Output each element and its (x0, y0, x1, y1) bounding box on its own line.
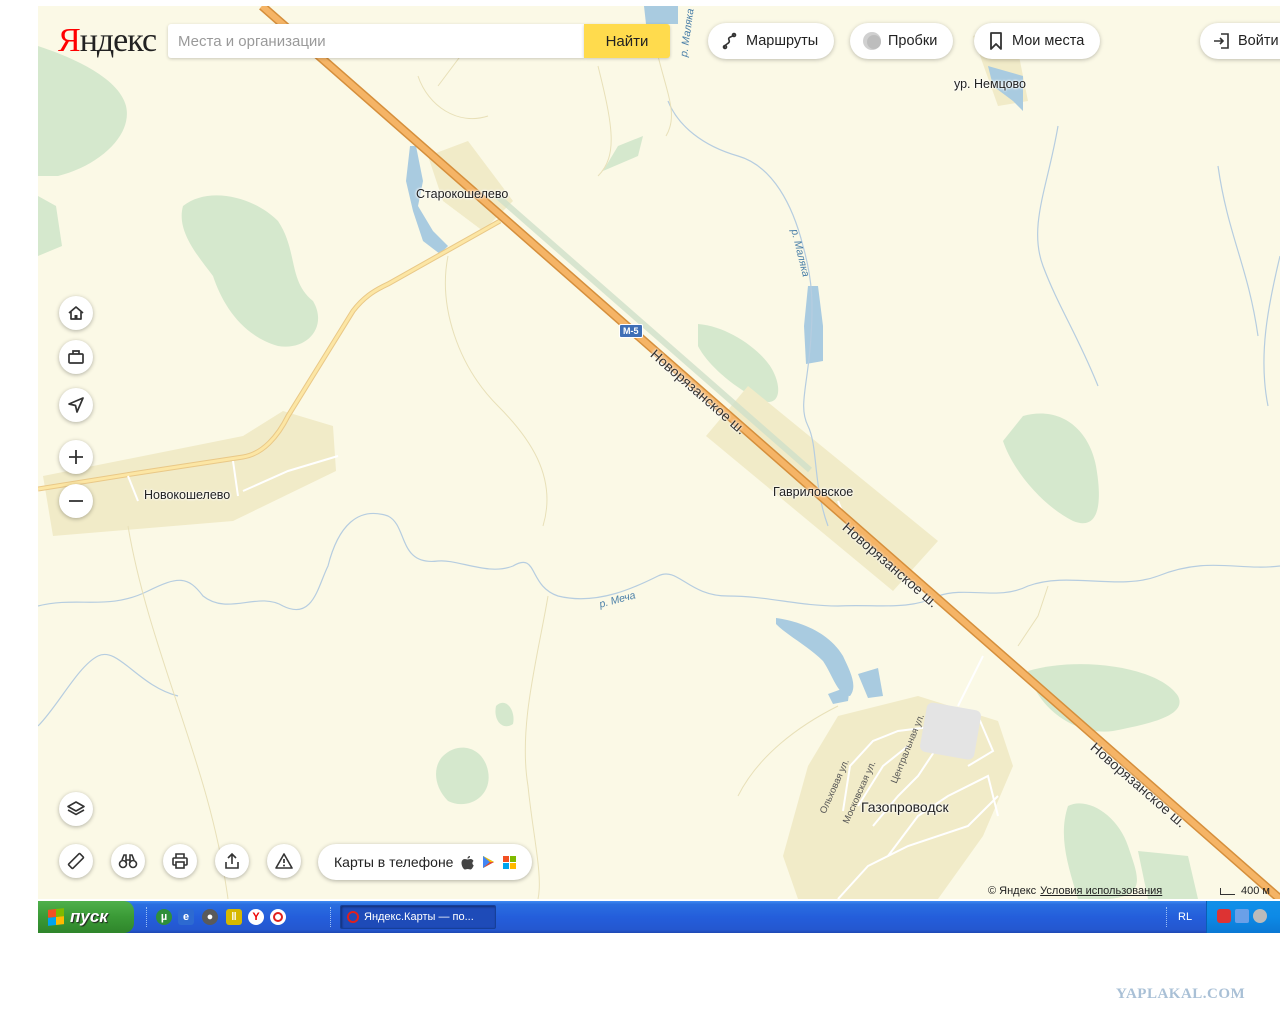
place-label-gazoprovodsk: Газопроводск (861, 799, 949, 815)
copyright: © Яндекс Условия использования (988, 885, 1162, 897)
find-button[interactable]: Найти (584, 24, 670, 58)
map-canvas[interactable]: Старокошелево Новокошелево Гавриловское … (38, 6, 1280, 899)
map-base-layer (38, 6, 1280, 899)
internet-explorer-icon[interactable]: e (178, 909, 194, 925)
login-label: Войти (1238, 33, 1279, 49)
scale-ruler: 400 м (1220, 885, 1270, 897)
maps-in-phone-button[interactable]: Карты в телефоне (318, 844, 533, 880)
work-button[interactable] (59, 340, 93, 374)
home-button[interactable] (59, 296, 93, 330)
network-tray-icon[interactable] (1235, 909, 1249, 923)
maps-in-phone-label: Карты в телефоне (334, 854, 454, 870)
place-label-gavrilovskoe: Гавриловское (773, 485, 854, 499)
binoculars-icon (118, 854, 138, 869)
opera-task-icon (347, 911, 359, 923)
locate-arrow-icon (68, 397, 84, 413)
language-grip[interactable] (1166, 907, 1170, 927)
traffic-icon (862, 31, 882, 51)
route-icon (720, 31, 740, 51)
ruler-button[interactable] (59, 844, 93, 878)
scale-bar (1220, 887, 1235, 895)
panorama-button[interactable] (111, 844, 145, 878)
volume-tray-icon[interactable] (1253, 909, 1267, 923)
ruler-icon (67, 852, 85, 870)
taskbar: пуск µ e ● ǁ Y Яндекс.Карты — по... RL (38, 901, 1280, 933)
my-places-button[interactable]: Мои места (974, 23, 1101, 59)
start-label: пуск (70, 907, 108, 926)
highway-shield: М-5 (619, 324, 643, 338)
yandex-browser-icon[interactable]: Y (248, 909, 264, 925)
google-play-icon (482, 855, 495, 869)
logo-first-letter: Я (58, 22, 81, 59)
scale-label: 400 м (1241, 885, 1270, 897)
toolbar-grip[interactable] (146, 907, 150, 927)
apple-icon (461, 855, 475, 870)
home-icon (68, 306, 84, 320)
screen: Старокошелево Новокошелево Гавриловское … (38, 5, 1280, 933)
login-button[interactable]: Войти (1200, 23, 1280, 59)
copyright-text: © Яндекс (988, 885, 1037, 897)
place-label-novokoshelevo: Новокошелево (144, 488, 231, 502)
pause-app-icon[interactable]: ǁ (226, 909, 242, 925)
system-tray (1206, 901, 1280, 933)
layers-icon (67, 801, 85, 816)
terms-link[interactable]: Условия использования (1040, 885, 1162, 897)
my-places-label: Мои места (1012, 33, 1085, 49)
antivirus-tray-icon[interactable] (1217, 909, 1231, 923)
traffic-button[interactable]: Пробки (850, 23, 954, 59)
streams (38, 100, 1280, 727)
task-label: Яндекс.Карты — по... (364, 911, 474, 923)
briefcase-icon (68, 350, 84, 364)
yandex-logo[interactable]: Яндекс (58, 22, 157, 60)
taskbar-grip[interactable] (330, 907, 334, 927)
warning-icon (275, 853, 293, 869)
plus-icon (69, 450, 83, 464)
language-indicator[interactable]: RL (1178, 911, 1192, 923)
print-button[interactable] (163, 844, 197, 878)
bookmark-icon (986, 31, 1006, 51)
login-icon (1212, 32, 1230, 50)
utorrent-icon[interactable]: µ (156, 909, 172, 925)
share-icon (225, 852, 239, 869)
media-player-icon[interactable]: ● (202, 909, 218, 925)
search-box (168, 24, 588, 58)
printer-icon (172, 853, 188, 869)
share-button[interactable] (215, 844, 249, 878)
watermark: YAPLAKAL.COM (1116, 986, 1246, 1002)
windows-store-icon (503, 855, 517, 869)
traffic-label: Пробки (888, 33, 938, 49)
opera-icon[interactable] (270, 909, 286, 925)
report-error-button[interactable] (267, 844, 301, 878)
place-label-starokoshelevo: Старокошелево (416, 187, 509, 201)
search-input[interactable] (168, 24, 588, 58)
routes-label: Маршруты (746, 33, 819, 49)
minus-icon (69, 500, 83, 502)
layers-button[interactable] (59, 792, 93, 826)
zoom-out-button[interactable] (59, 484, 93, 518)
start-button[interactable]: пуск (38, 901, 134, 933)
windows-flag-icon (48, 908, 64, 926)
routes-button[interactable]: Маршруты (708, 23, 835, 59)
zoom-in-button[interactable] (59, 440, 93, 474)
logo-rest: ндекс (79, 22, 157, 59)
locate-button[interactable] (59, 388, 93, 422)
industrial-area (920, 702, 981, 760)
taskbar-item-yandex-maps[interactable]: Яндекс.Карты — по... (340, 905, 496, 929)
place-label-nemtsovo: ур. Немцово (954, 77, 1027, 91)
